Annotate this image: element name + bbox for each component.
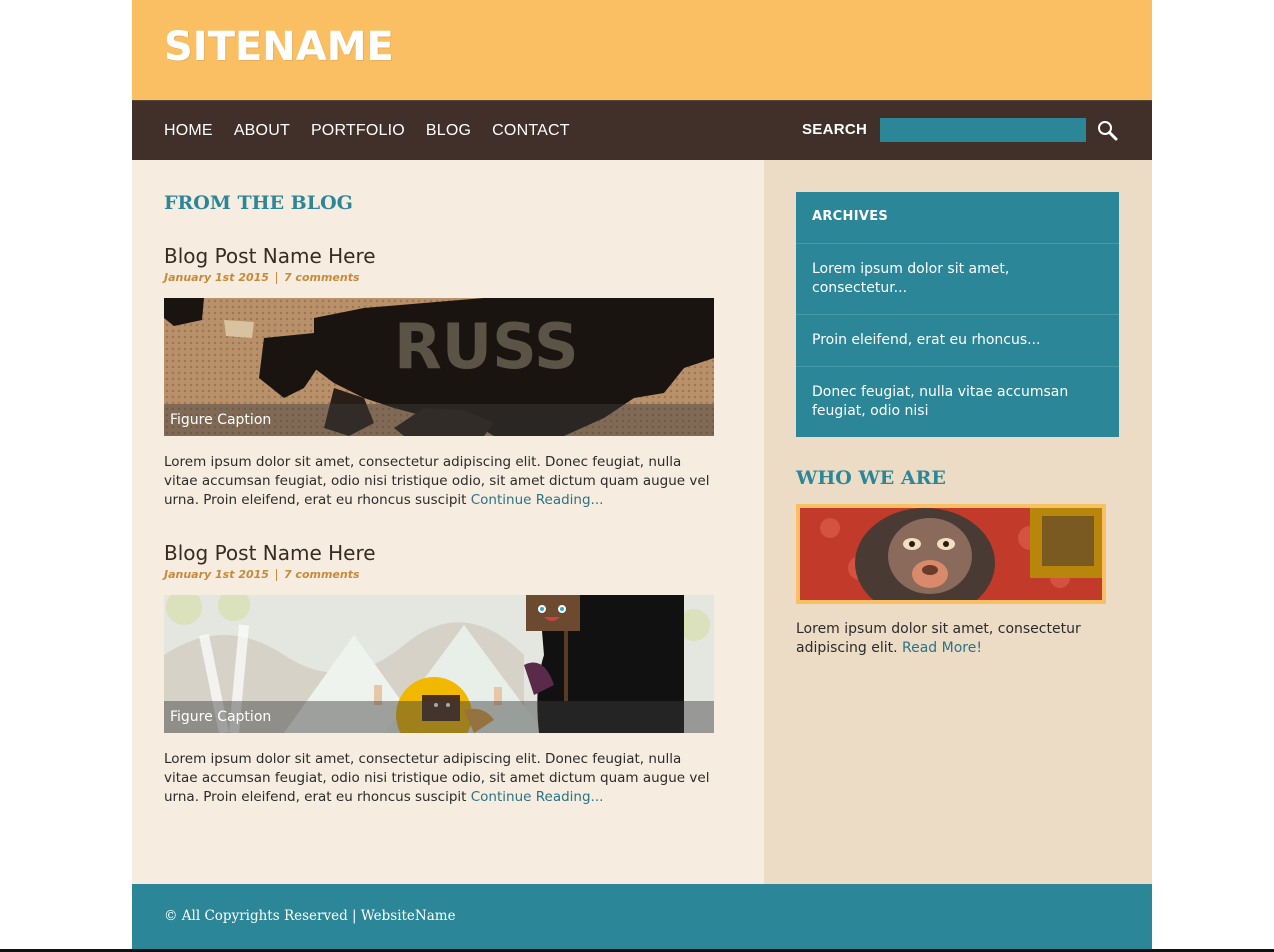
post-title[interactable]: Blog Post Name Here [164, 541, 714, 565]
post-figure[interactable]: Figure Caption [164, 595, 714, 733]
search-input[interactable] [880, 118, 1086, 142]
meta-divider [275, 568, 277, 581]
nav-item-blog[interactable]: BLOG [426, 122, 471, 140]
post-comments-link[interactable]: 7 comments [284, 271, 360, 284]
archives-title: ARCHIVES [796, 192, 1119, 244]
post-figure[interactable]: RUSS Figure Caption [164, 298, 714, 436]
archives-widget: ARCHIVES Lorem ipsum dolor sit amet, con… [796, 192, 1119, 437]
post-excerpt-text: Lorem ipsum dolor sit amet, consectetur … [164, 751, 710, 805]
site-logo[interactable]: SITENAME [164, 24, 394, 70]
main-nav: HOME ABOUT PORTFOLIO BLOG CONTACT SEARCH [132, 100, 1152, 160]
read-more-link[interactable]: Read More! [902, 640, 982, 656]
nav-item-about[interactable]: ABOUT [234, 122, 290, 140]
post-excerpt: Lorem ipsum dolor sit amet, consectetur … [164, 453, 714, 510]
archive-link[interactable]: Lorem ipsum dolor sit amet, consectetur.… [796, 244, 1119, 315]
post-comments-link[interactable]: 7 comments [284, 568, 360, 581]
meta-divider [275, 271, 277, 284]
post-meta: January 1st 2015 7 comments [164, 271, 714, 284]
main-content: FROM THE BLOG Blog Post Name Here Januar… [132, 160, 764, 884]
figure-caption: Figure Caption [164, 404, 714, 436]
who-we-are-image[interactable] [796, 504, 1106, 618]
blog-section-title: FROM THE BLOG [164, 192, 353, 214]
post-date: January 1st 2015 [164, 568, 269, 581]
continue-reading-link[interactable]: Continue Reading... [471, 492, 604, 508]
site-header: SITENAME [132, 0, 1152, 100]
continue-reading-link[interactable]: Continue Reading... [471, 789, 604, 805]
post-excerpt-text: Lorem ipsum dolor sit amet, consectetur … [164, 454, 710, 508]
nav-links: HOME ABOUT PORTFOLIO BLOG CONTACT [164, 101, 591, 161]
who-we-are-title: WHO WE ARE [796, 467, 946, 489]
blog-post: Blog Post Name Here January 1st 2015 7 c… [164, 244, 714, 510]
nav-item-contact[interactable]: CONTACT [492, 122, 570, 140]
post-meta: January 1st 2015 7 comments [164, 568, 714, 581]
svg-text:RUSS: RUSS [394, 310, 579, 383]
copyright-text: © All Copyrights Reserved | WebsiteName [164, 908, 456, 924]
post-date: January 1st 2015 [164, 271, 269, 284]
blog-post: Blog Post Name Here January 1st 2015 7 c… [164, 541, 714, 807]
search-label: SEARCH [802, 121, 868, 138]
figure-caption: Figure Caption [164, 701, 714, 733]
archive-link[interactable]: Proin eleifend, erat eu rhoncus... [796, 315, 1119, 367]
magnifier-icon [1098, 121, 1118, 141]
post-excerpt: Lorem ipsum dolor sit amet, consectetur … [164, 750, 714, 807]
who-we-are-text: Lorem ipsum dolor sit amet, consectetur … [796, 620, 1106, 658]
search-button[interactable] [1096, 119, 1120, 143]
post-title[interactable]: Blog Post Name Here [164, 244, 714, 268]
sidebar: ARCHIVES Lorem ipsum dolor sit amet, con… [764, 160, 1152, 884]
archive-link[interactable]: Donec feugiat, nulla vitae accumsan feug… [796, 367, 1119, 437]
portrait-image [800, 508, 1102, 618]
nav-item-home[interactable]: HOME [164, 122, 213, 140]
nav-item-portfolio[interactable]: PORTFOLIO [311, 122, 405, 140]
page: SITENAME HOME ABOUT PORTFOLIO BLOG CONTA… [132, 0, 1152, 949]
site-footer: © All Copyrights Reserved | WebsiteName [132, 884, 1152, 949]
